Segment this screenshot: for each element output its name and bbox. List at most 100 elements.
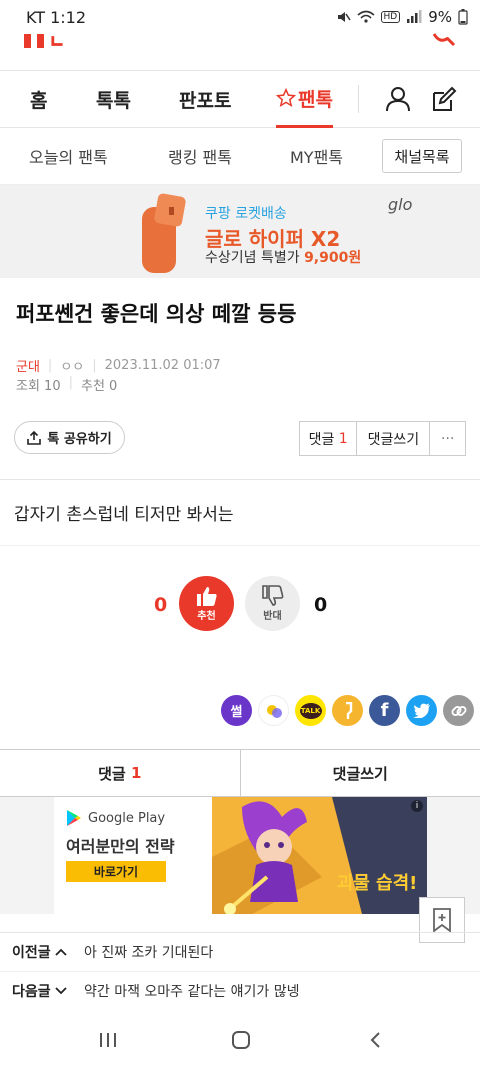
back-icon[interactable] (368, 1031, 382, 1049)
social-share-icons: 썰 TALK f (221, 695, 474, 726)
tok-share-label: 톡 공유하기 (47, 432, 112, 447)
game-character-image: 괴물 습격! (212, 797, 427, 914)
upvote-label: 추천 (197, 611, 216, 622)
kakaostory-icon[interactable] (332, 695, 363, 726)
wifi-icon (356, 10, 375, 23)
divider (0, 479, 480, 480)
nav-fantok-label: 팬톡 (298, 88, 333, 111)
post-title: 퍼포쎈건 좋은데 의상 떼깔 등등 (16, 302, 297, 326)
hd-badge: HD (380, 11, 401, 23)
post-stats: 조회 10 | 추천 0 (16, 375, 117, 394)
nav-fantok[interactable]: 팬톡 (276, 71, 333, 128)
subnav-today-fantok[interactable]: 오늘의 팬톡 (29, 144, 108, 168)
upvote-count: 0 (154, 594, 168, 616)
nav-home-label: 홈 (30, 90, 48, 112)
facebook-icon-label: f (380, 700, 389, 721)
status-icons: HD 9% (335, 8, 469, 26)
share-icon (27, 430, 42, 445)
ad-price-line: 수상기념 특별가 9,900원 (205, 247, 361, 267)
chevron-down-icon (55, 987, 67, 995)
battery-icon (458, 9, 468, 25)
google-ad-headline: 여러분만의 전략 (66, 837, 175, 856)
google-ad-cta-button[interactable]: 바로가기 (66, 861, 166, 882)
comment-tabs: 댓글 1 댓글쓰기 (0, 749, 480, 797)
nav-panphoto[interactable]: 판포토 (179, 71, 231, 128)
main-nav: 홈 톡톡 판포토 팬톡 (0, 70, 480, 128)
meta-separator: | (47, 358, 53, 373)
comment-count-button[interactable]: 댓글 1 (300, 422, 358, 455)
comment-action-group: 댓글 1 댓글쓰기 ··· (299, 421, 466, 456)
kakaotalk-icon[interactable]: TALK (295, 695, 326, 726)
write-comment-button[interactable]: 댓글쓰기 (357, 422, 431, 455)
downvote-count: 0 (314, 594, 328, 616)
link-icon[interactable] (443, 695, 474, 726)
edit-icon[interactable] (430, 85, 458, 113)
write-comment-tab[interactable]: 댓글쓰기 (241, 750, 480, 796)
kakaotalk-icon-label: TALK (299, 702, 322, 719)
nav-toktok-label: 톡톡 (96, 90, 131, 112)
game-art-text: 괴물 습격! (337, 873, 418, 894)
upvote-button[interactable]: 추천 (179, 576, 234, 631)
post-recommends: 추천 0 (81, 379, 118, 394)
glo-logo: glo (388, 195, 413, 214)
subnav-ranking-fantok[interactable]: 랭킹 팬톡 (168, 144, 232, 168)
ad-price: 9,900원 (304, 250, 362, 266)
more-options-button[interactable]: ··· (430, 422, 465, 455)
nav-panphoto-label: 판포토 (179, 90, 232, 112)
nav-divider (358, 85, 359, 113)
tok-share-button[interactable]: 톡 공유하기 (14, 421, 125, 454)
comments-tab[interactable]: 댓글 1 (0, 750, 241, 796)
battery-percent: 9% (428, 8, 452, 26)
recent-apps-icon[interactable] (98, 1032, 118, 1048)
downvote-button[interactable]: 반대 (245, 576, 300, 631)
comment-count: 1 (338, 430, 348, 447)
band-icon[interactable] (258, 695, 289, 726)
google-play-ad[interactable]: Google Play 여러분만의 전략 바로가기 괴물 습격! i (0, 797, 480, 914)
downvote-label: 반대 (263, 611, 282, 622)
post-body: 갑자기 촌스럽네 티저만 봐서는 (14, 505, 234, 525)
ad-banner[interactable]: 쿠팡 로켓배송 글로 하이퍼 X2 수상기념 특별가 9,900원 glo (0, 185, 480, 278)
thumbs-up-icon (196, 587, 217, 606)
nav-home[interactable]: 홈 (30, 71, 47, 128)
next-post-row[interactable]: 다음글 약간 마잭 오마주 같다는 얘기가 많넹 (0, 972, 480, 1010)
system-nav-bar (0, 1012, 480, 1067)
prev-post-row[interactable]: 이전글 아 진짜 조카 기대된다 (0, 933, 480, 971)
ad-info-icon[interactable]: i (411, 800, 423, 812)
post-category[interactable]: 군대 (16, 356, 40, 375)
ad-subtitle: 쿠팡 로켓배송 (205, 206, 287, 222)
star-outline-icon (276, 88, 296, 108)
device-product-image (142, 193, 186, 273)
facebook-icon[interactable]: f (369, 695, 400, 726)
google-play-brand: Google Play (88, 810, 166, 826)
next-post-label-group: 다음글 (12, 981, 84, 1001)
ssul-icon-label: 썰 (230, 705, 243, 720)
google-play-icon (67, 810, 81, 826)
post-meta: 군대 | ㅇㅇ | 2023.11.02 01:07 (16, 356, 221, 375)
prev-post-label: 이전글 (12, 945, 51, 961)
next-post-label: 다음글 (12, 984, 51, 1000)
chevron-up-icon (55, 948, 67, 956)
post-datetime: 2023.11.02 01:07 (104, 358, 221, 373)
mute-icon (337, 12, 351, 22)
prev-post-label-group: 이전글 (12, 942, 84, 962)
twitter-icon[interactable] (406, 695, 437, 726)
status-bar: KT 1:12 HD 9% (0, 0, 480, 34)
comment-label: 댓글 (308, 431, 335, 448)
subnav-my-fantok[interactable]: MY팬톡 (290, 144, 343, 168)
prev-post-title: 아 진짜 조카 기대된다 (84, 945, 214, 961)
ssul-icon[interactable]: 썰 (221, 695, 252, 726)
search-icon[interactable] (432, 30, 456, 48)
channel-list-button[interactable]: 채널목록 (382, 139, 462, 173)
nav-toktok[interactable]: 톡톡 (96, 71, 131, 128)
thumbs-down-icon (261, 585, 283, 606)
user-icon[interactable] (384, 85, 412, 113)
google-play-ad-card[interactable]: Google Play 여러분만의 전략 바로가기 괴물 습격! i (54, 797, 427, 914)
site-logo[interactable] (24, 34, 64, 48)
post-author[interactable]: ㅇㅇ (60, 356, 84, 375)
comments-tab-label: 댓글 (98, 764, 126, 783)
carrier-time: KT 1:12 (26, 7, 87, 27)
next-post-title: 약간 마잭 오마주 같다는 얘기가 많넹 (84, 984, 300, 1000)
home-icon[interactable] (231, 1031, 251, 1049)
comments-tab-count: 1 (130, 764, 142, 782)
post-views: 조회 10 (16, 379, 61, 394)
